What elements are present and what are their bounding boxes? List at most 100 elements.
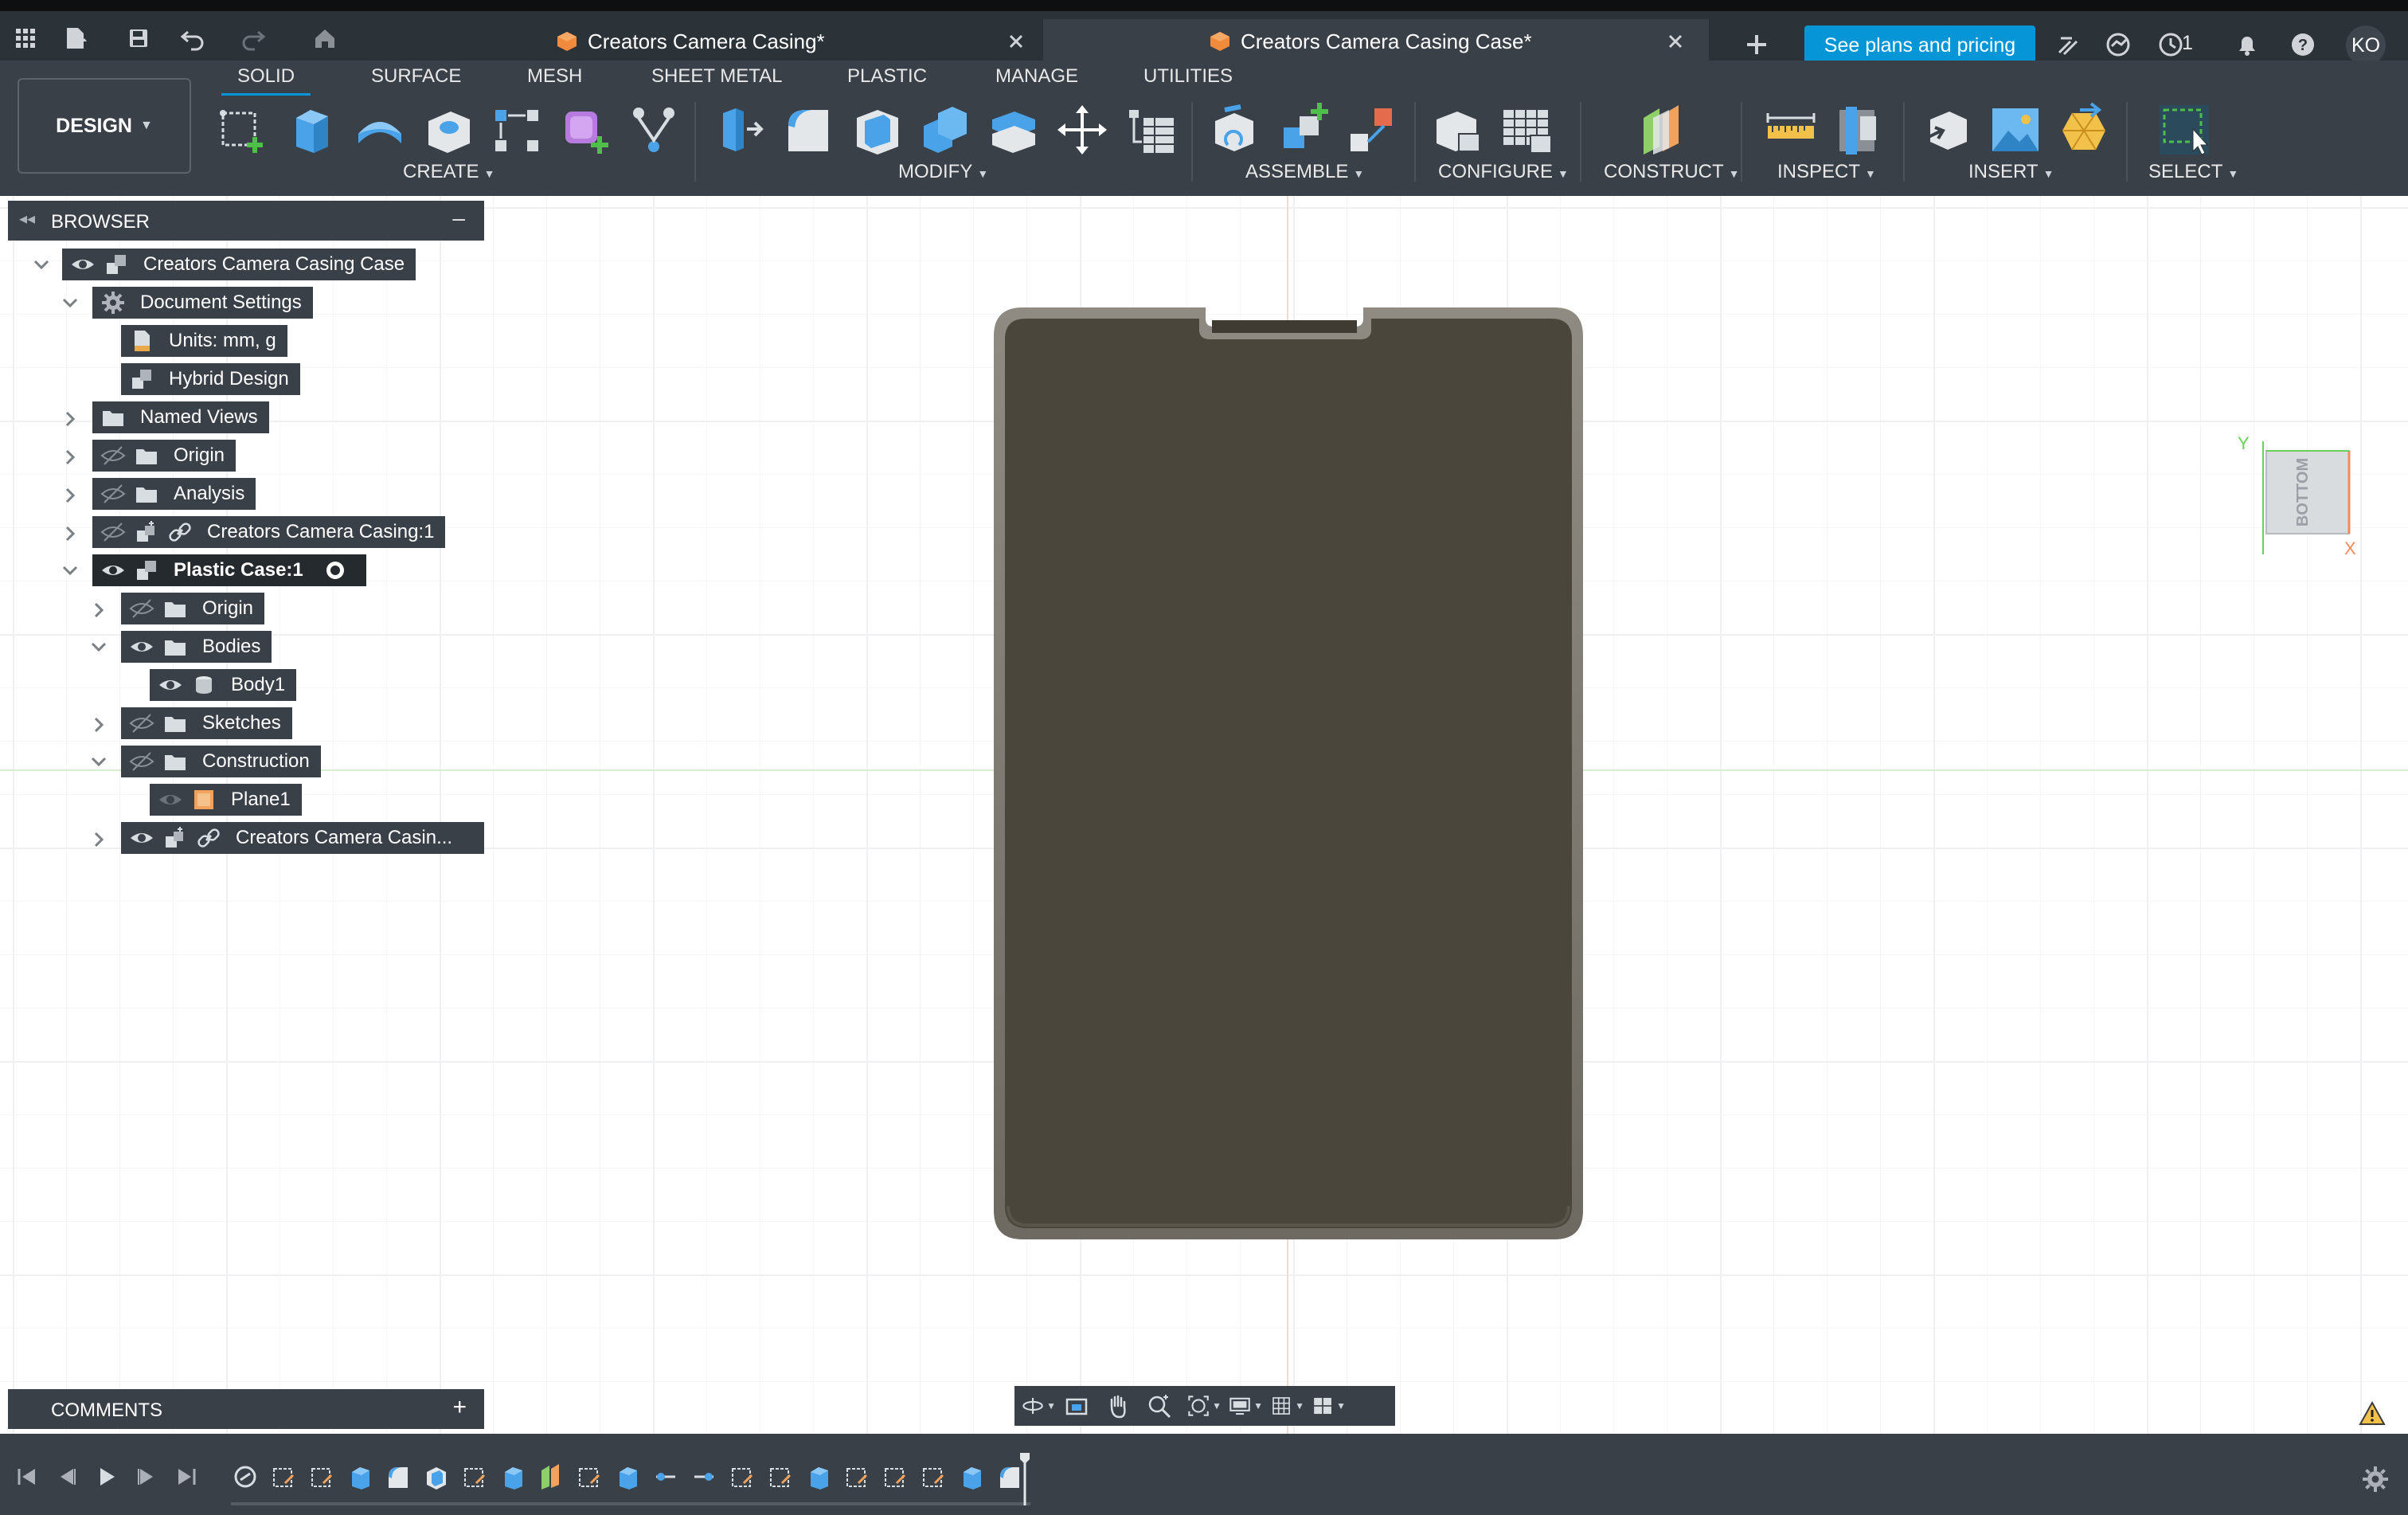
eye-hidden-icon[interactable]	[129, 596, 154, 621]
modify-group-label[interactable]: MODIFY ▼	[898, 161, 988, 183]
press-pull-icon[interactable]	[712, 102, 768, 158]
minimize-icon[interactable]: –	[452, 206, 465, 231]
play-icon[interactable]	[94, 1464, 119, 1490]
tree-node-units[interactable]: Units: mm, g	[121, 325, 287, 357]
joint-icon[interactable]	[1276, 102, 1331, 158]
configure-group-label[interactable]: CONFIGURE ▼	[1438, 161, 1569, 183]
timeline-sketch-feature-icon[interactable]	[881, 1462, 909, 1491]
new-component-icon[interactable]	[1207, 102, 1263, 158]
expand-chevron-icon[interactable]	[59, 408, 81, 430]
orbit-icon[interactable]: ▼	[1021, 1390, 1056, 1422]
tab-solid[interactable]: SOLID	[221, 65, 311, 96]
extensions-icon[interactable]	[2053, 29, 2085, 61]
timeline-marker[interactable]	[1019, 1451, 1030, 1507]
step-back-icon[interactable]	[54, 1464, 80, 1490]
tab-utilities[interactable]: UTILITIES	[1143, 65, 1233, 88]
tab-surface[interactable]: SURFACE	[371, 65, 461, 88]
close-icon[interactable]	[1661, 27, 1690, 56]
grid-snaps-icon[interactable]: ▼	[1269, 1390, 1304, 1422]
see-plans-button[interactable]: See plans and pricing	[1804, 25, 2035, 65]
eye-icon[interactable]	[129, 634, 154, 660]
tab-creators-camera-casing-case[interactable]: Creators Camera Casing Case*	[1043, 19, 1709, 64]
tab-plastic[interactable]: PLASTIC	[847, 65, 927, 88]
select-group-label[interactable]: SELECT ▼	[2148, 161, 2238, 183]
active-component-radio-icon[interactable]	[322, 558, 348, 583]
notifications-bell-icon[interactable]	[2231, 29, 2263, 61]
configuration-table-icon[interactable]	[1499, 102, 1554, 158]
create-sketch-icon[interactable]	[215, 102, 271, 158]
timeline-joint-feature-icon[interactable]	[690, 1462, 718, 1491]
new-tab-plus-icon[interactable]	[1741, 29, 1773, 61]
fit-icon[interactable]: ▼	[1186, 1390, 1222, 1422]
go-to-start-icon[interactable]	[14, 1464, 40, 1490]
assemble-group-label[interactable]: ASSEMBLE ▼	[1245, 161, 1364, 183]
collapse-chevron-icon[interactable]	[88, 636, 110, 658]
tree-node-origin[interactable]: Origin	[92, 440, 236, 472]
tree-node-plane1[interactable]: Plane1	[150, 784, 302, 816]
tab-creators-camera-casing[interactable]: Creators Camera Casing*	[538, 19, 1040, 64]
timeline-plane-feature-icon[interactable]	[537, 1462, 565, 1491]
tree-node-body1[interactable]: Body1	[150, 669, 297, 701]
collapse-chevron-icon[interactable]	[59, 292, 81, 314]
timeline-sketch-feature-icon[interactable]	[766, 1462, 795, 1491]
timeline-extrude-feature-icon[interactable]	[804, 1462, 833, 1491]
timeline-joint-feature-icon[interactable]	[651, 1462, 680, 1491]
eye-icon[interactable]	[158, 787, 183, 812]
add-comment-plus-icon[interactable]: +	[452, 1394, 467, 1421]
comments-panel[interactable]: COMMENTS +	[8, 1389, 484, 1429]
plastic-case-body[interactable]	[991, 304, 1586, 1243]
apps-grid-icon[interactable]	[11, 22, 40, 54]
expand-chevron-icon[interactable]	[88, 714, 110, 736]
eye-hidden-icon[interactable]	[100, 481, 126, 507]
tree-node-linked-casing[interactable]: Creators Camera Casing:1	[92, 516, 446, 548]
tab-manage[interactable]: MANAGE	[995, 65, 1078, 88]
insert-canvas-icon[interactable]	[1988, 102, 2043, 158]
timeline-link-feature-icon[interactable]	[231, 1462, 260, 1491]
section-analysis-icon[interactable]	[1831, 102, 1887, 158]
insert-derive-icon[interactable]	[1919, 102, 1975, 158]
user-avatar[interactable]: KO	[2346, 25, 2386, 65]
eye-hidden-icon[interactable]	[100, 519, 126, 545]
viewports-icon[interactable]: ▼	[1311, 1390, 1346, 1422]
expand-chevron-icon[interactable]	[59, 446, 81, 468]
offset-plane-icon[interactable]	[1636, 102, 1691, 158]
create-form-icon[interactable]	[557, 102, 613, 158]
look-at-icon[interactable]	[1062, 1390, 1097, 1422]
tree-node-origin-nested[interactable]: Origin	[121, 593, 265, 624]
tree-node-bodies[interactable]: Bodies	[121, 631, 272, 663]
warning-icon[interactable]	[2359, 1400, 2386, 1427]
step-forward-icon[interactable]	[134, 1464, 159, 1490]
online-status-icon[interactable]	[2102, 29, 2134, 61]
home-icon[interactable]	[311, 22, 339, 54]
tab-mesh[interactable]: MESH	[527, 65, 582, 88]
expand-chevron-icon[interactable]	[59, 484, 81, 507]
collapse-chevron-icon[interactable]	[88, 750, 110, 773]
timeline-settings-gear-icon[interactable]	[2360, 1464, 2390, 1494]
redo-icon[interactable]	[239, 22, 268, 54]
tree-node-plastic-case[interactable]: Plastic Case:1	[92, 554, 366, 586]
timeline-sketch-feature-icon[interactable]	[919, 1462, 948, 1491]
viewcube[interactable]: Y BOTTOM X	[2230, 435, 2365, 578]
tab-sheet-metal[interactable]: SHEET METAL	[651, 65, 782, 88]
select-window-icon[interactable]	[2156, 102, 2212, 158]
timeline-extrude-feature-icon[interactable]	[613, 1462, 642, 1491]
expand-chevron-icon[interactable]	[88, 828, 110, 851]
expand-chevron-icon[interactable]	[88, 599, 110, 621]
workspace-switcher[interactable]: DESIGN ▼	[18, 78, 191, 174]
tree-node-named-views[interactable]: Named Views	[92, 401, 269, 433]
eye-hidden-icon[interactable]	[129, 711, 154, 736]
timeline-sketch-feature-icon[interactable]	[307, 1462, 336, 1491]
canvas-viewport[interactable]: Y BOTTOM X	[0, 196, 2408, 1434]
expand-chevron-icon[interactable]	[59, 523, 81, 545]
construct-group-label[interactable]: CONSTRUCT ▼	[1604, 161, 1740, 183]
eye-icon[interactable]	[158, 672, 183, 698]
timeline-extrude-feature-icon[interactable]	[346, 1462, 374, 1491]
file-menu-icon[interactable]	[61, 22, 89, 54]
timeline-sketch-feature-icon[interactable]	[842, 1462, 871, 1491]
fillet-icon[interactable]	[780, 102, 836, 158]
display-settings-icon[interactable]: ▼	[1228, 1390, 1263, 1422]
tree-node-linked-casing-nested[interactable]: Creators Camera Casin...	[121, 822, 484, 854]
configure-icon[interactable]	[1430, 102, 1486, 158]
timeline-extrude-feature-icon[interactable]	[957, 1462, 986, 1491]
close-icon[interactable]	[1002, 27, 1030, 56]
